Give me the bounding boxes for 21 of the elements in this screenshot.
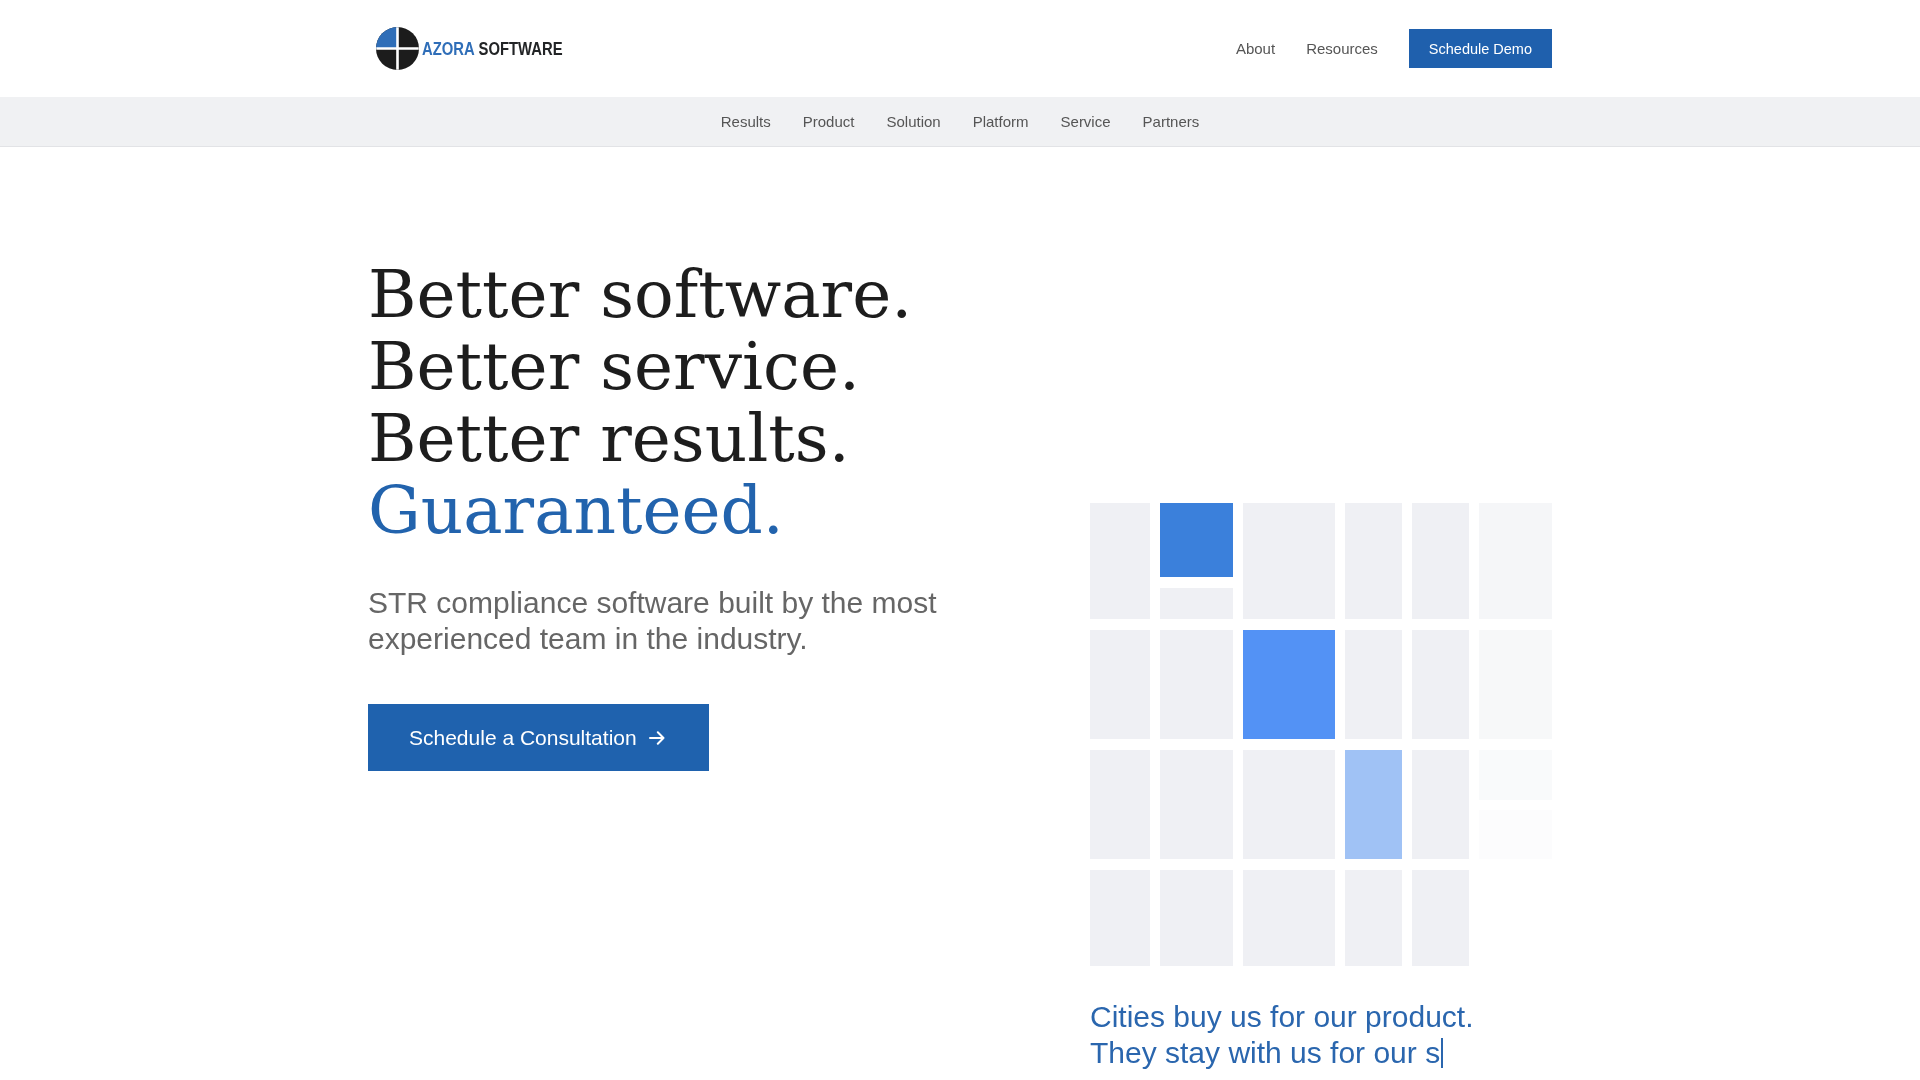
subnav-link[interactable]: Platform [972,113,1029,130]
schedule-demo-button[interactable]: Schedule Demo [1408,29,1552,68]
subnav-link[interactable]: Solution [886,113,941,130]
subnav-link[interactable]: Product [802,113,855,130]
headline-text: Better software. [368,259,913,331]
tagline-text: Cities buy us for our product. [1090,999,1474,1035]
arrow-right-icon [648,730,665,745]
hero-subtitle: STR compliance software built by the most experienced team in the industry. [368,585,938,657]
logo-brand-text: AZORA [422,37,475,60]
tagline-text: They stay with us for our s [1090,1035,1441,1071]
nav-link[interactable]: About [1235,40,1276,57]
logo-product-text: SOFTWARE [478,37,563,60]
nav-link[interactable]: Resources [1306,40,1378,57]
logo-icon [376,27,419,70]
headline-text: Better service. [368,331,861,403]
subnav-link[interactable]: Partners [1142,113,1200,130]
headline-text: Guaranteed. [368,475,784,547]
subnav-link[interactable]: Service [1060,113,1111,130]
subnav-link[interactable]: Results [720,113,771,130]
schedule-consultation-button[interactable]: Schedule a Consultation [368,704,709,771]
headline-text: Better results. [368,403,850,475]
